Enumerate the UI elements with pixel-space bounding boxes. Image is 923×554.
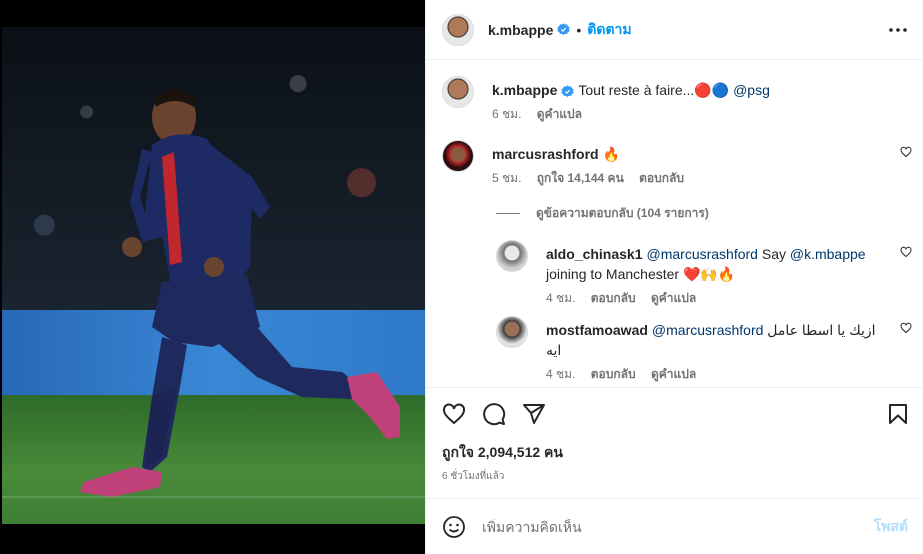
header-separator: • — [576, 21, 582, 38]
post-media[interactable] — [0, 0, 425, 554]
caption-text: Tout reste à faire... — [578, 82, 695, 98]
reply-text: ازيك يا اسطا عامل — [763, 322, 876, 338]
view-replies-button[interactable]: ดูข้อความตอบกลับ (104 รายการ) — [496, 204, 709, 223]
verified-badge-icon — [561, 85, 575, 97]
reply-mention[interactable]: @marcusrashford — [647, 246, 758, 262]
reply-translate-link[interactable]: ดูคำแปล — [651, 291, 696, 305]
follow-button[interactable]: ติดตาม — [587, 19, 631, 41]
author-avatar[interactable] — [442, 13, 474, 46]
comments-list[interactable]: k.mbappe Tout reste à faire...🔴🔵 @psg 6 ช… — [426, 60, 923, 388]
caption-translate-link[interactable]: ดูคำแปล — [537, 107, 582, 121]
reply-translate-link[interactable]: ดูคำแปล — [651, 367, 696, 381]
reply-text-cont: joining to Manchester ❤️🙌🔥 — [546, 266, 736, 282]
reply-mention-2[interactable]: @k.mbappe — [790, 246, 866, 262]
author-username[interactable]: k.mbappe — [488, 22, 553, 38]
reply-item: aldo_chinask1 @marcusrashford Say @k.mbap… — [496, 240, 912, 305]
reply-body: mostfamoawad @marcusrashford ازيك يا اسطا… — [546, 320, 882, 382]
comment-body: marcusrashford 🔥 5 ชม. ถูกใจ 14,144 คน ตอ… — [492, 144, 882, 186]
post-action-bar — [426, 396, 923, 432]
caption-row: k.mbappe Tout reste à faire...🔴🔵 @psg 6 ช… — [442, 76, 912, 126]
reply-time[interactable]: 4 ชม. — [546, 367, 575, 381]
comment-like-heart-icon[interactable] — [900, 146, 912, 158]
replies-divider-line — [496, 213, 520, 214]
red-circle-emoji: 🔴 — [694, 82, 712, 98]
comment-bubble-icon[interactable] — [482, 402, 506, 426]
comment-avatar[interactable] — [442, 140, 474, 172]
post-header: k.mbappe • ติดตาม — [426, 0, 923, 60]
post-photo[interactable] — [2, 27, 425, 524]
comment-reply-button[interactable]: ตอบกลับ — [639, 171, 684, 185]
reply-reply-button[interactable]: ตอบกลับ — [591, 367, 636, 381]
reply-username[interactable]: aldo_chinask1 — [546, 246, 643, 262]
blue-circle-emoji: 🔵 — [711, 82, 730, 98]
comment-input[interactable] — [482, 518, 874, 535]
reply-username[interactable]: mostfamoawad — [546, 322, 648, 338]
comment-text: 🔥 — [602, 146, 621, 162]
view-replies-label: ดูข้อความตอบกลับ (104 รายการ) — [536, 206, 709, 220]
reply-like-heart-icon[interactable] — [900, 246, 912, 258]
caption-body: k.mbappe Tout reste à faire...🔴🔵 @psg 6 ช… — [492, 80, 882, 122]
caption-time[interactable]: 6 ชม. — [492, 107, 521, 121]
heart-icon[interactable] — [442, 402, 466, 426]
smiley-icon[interactable] — [442, 515, 466, 539]
post-comment-button[interactable]: โพสต์ — [874, 516, 908, 538]
caption-avatar[interactable] — [442, 76, 474, 108]
verified-badge-icon — [557, 23, 571, 36]
reply-avatar[interactable] — [496, 240, 528, 272]
reply-avatar[interactable] — [496, 316, 528, 348]
reply-body: aldo_chinask1 @marcusrashford Say @k.mbap… — [546, 244, 882, 306]
reply-meta: 4 ชม. ตอบกลับ ดูคำแปล — [546, 290, 882, 306]
reply-text: Say — [757, 246, 790, 262]
reply-like-heart-icon[interactable] — [900, 322, 912, 334]
paper-plane-icon[interactable] — [522, 402, 546, 426]
post-time-ago[interactable]: 6 ชั่วโมงที่แล้ว — [442, 469, 504, 484]
comment-time[interactable]: 5 ชม. — [492, 171, 521, 185]
caption-username[interactable]: k.mbappe — [492, 82, 557, 98]
reply-mention[interactable]: @marcusrashford — [652, 322, 763, 338]
caption-mention[interactable]: @psg — [733, 82, 770, 98]
likes-count[interactable]: ถูกใจ 2,094,512 คน — [442, 442, 563, 464]
reply-reply-button[interactable]: ตอบกลับ — [591, 291, 636, 305]
caption-meta: 6 ชม. ดูคำแปล — [492, 106, 882, 122]
comment-likes[interactable]: ถูกใจ 14,144 คน — [537, 171, 624, 185]
comment-meta: 5 ชม. ถูกใจ 14,144 คน ตอบกลับ — [492, 170, 882, 186]
reply-time[interactable]: 4 ชม. — [546, 291, 575, 305]
reply-text-cont: ايه — [546, 342, 562, 358]
bookmark-icon[interactable] — [886, 402, 910, 426]
post-details-panel: k.mbappe • ติดตาม k.mbappe Tout reste à f… — [425, 0, 923, 554]
comment-item: marcusrashford 🔥 5 ชม. ถูกใจ 14,144 คน ตอ… — [442, 140, 912, 190]
more-options-icon[interactable] — [888, 20, 908, 40]
reply-meta: 4 ชม. ตอบกลับ ดูคำแปล — [546, 366, 882, 382]
comment-username[interactable]: marcusrashford — [492, 146, 599, 162]
player-figure — [2, 89, 425, 498]
reply-item: mostfamoawad @marcusrashford ازيك يا اسطا… — [496, 316, 912, 381]
add-comment-bar: โพสต์ — [426, 498, 923, 554]
